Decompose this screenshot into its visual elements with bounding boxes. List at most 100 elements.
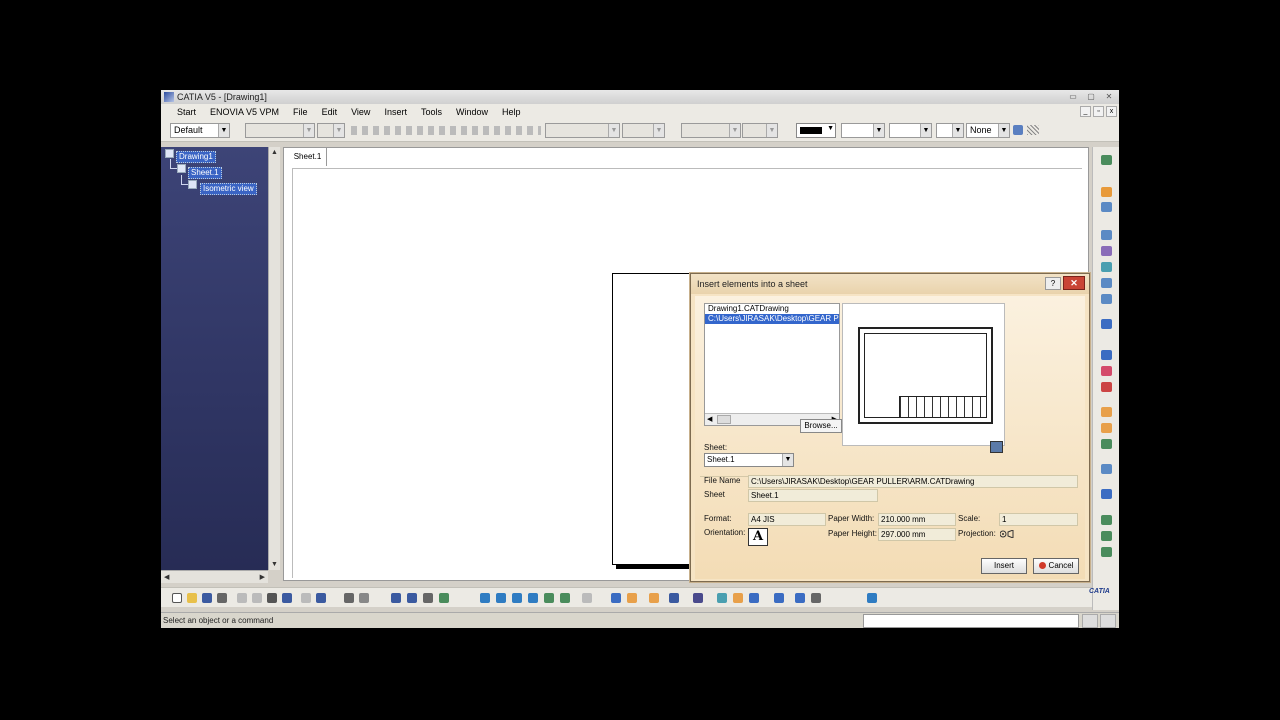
paint-icon[interactable]: [1013, 125, 1023, 135]
view-layout-icon[interactable]: [1101, 202, 1112, 212]
zoom-in-icon[interactable]: [512, 593, 522, 603]
workbench-icon[interactable]: [867, 593, 877, 603]
zoom-area-icon[interactable]: [560, 593, 570, 603]
menu-start[interactable]: Start: [161, 104, 203, 120]
hatch-tool-icon[interactable]: [1101, 382, 1112, 392]
menu-help[interactable]: Help: [495, 104, 528, 120]
projection-icon[interactable]: [1101, 230, 1112, 240]
clipping-icon[interactable]: [1101, 278, 1112, 288]
style-select[interactable]: Default ▼: [170, 123, 230, 138]
move-icon[interactable]: [496, 593, 506, 603]
hide-show-icon[interactable]: [749, 593, 759, 603]
layout-icon[interactable]: [795, 593, 805, 603]
sketch-icon[interactable]: [1101, 187, 1112, 197]
status-button[interactable]: [1082, 614, 1098, 628]
scroll-left-icon[interactable]: ◀: [707, 415, 712, 423]
doc-close-button[interactable]: x: [1106, 106, 1117, 117]
filter-icon[interactable]: [717, 593, 727, 603]
select-icon[interactable]: [1101, 155, 1112, 165]
dimension-icon[interactable]: [1101, 407, 1112, 417]
tree-node-drawing[interactable]: Drawing1: [176, 151, 216, 163]
tree-vertical-scrollbar[interactable]: ▲ ▼: [268, 147, 280, 570]
constraint-icon[interactable]: [649, 593, 659, 603]
doc-minimize-button[interactable]: _: [1080, 106, 1091, 117]
file-list-item-selected[interactable]: C:\Users\JIRASAK\Desktop\GEAR P: [705, 314, 839, 324]
tree-node-sheet[interactable]: Sheet.1: [188, 167, 222, 179]
dimension-type-select[interactable]: ▼: [681, 123, 741, 138]
display-mode-icon[interactable]: [811, 593, 821, 603]
detail-icon[interactable]: [1101, 262, 1112, 272]
doc-restore-button[interactable]: ▫: [1093, 106, 1104, 117]
color-select[interactable]: ▼: [796, 123, 836, 138]
section-icon[interactable]: [1101, 246, 1112, 256]
print-icon[interactable]: [217, 593, 227, 603]
thickness-select[interactable]: ▼: [889, 123, 932, 138]
menu-view[interactable]: View: [344, 104, 377, 120]
save-icon[interactable]: [202, 593, 212, 603]
command-input[interactable]: [863, 614, 1079, 628]
axis-icon[interactable]: [1101, 439, 1112, 449]
break-view-icon[interactable]: [1101, 294, 1112, 304]
file-list-item[interactable]: Drawing1.CATDrawing: [705, 304, 839, 314]
sheet-icon[interactable]: [391, 593, 401, 603]
balloon-icon[interactable]: [1101, 489, 1112, 499]
text-icon[interactable]: [1101, 464, 1112, 474]
help-button[interactable]: ?: [1045, 277, 1061, 290]
status-button[interactable]: [1100, 614, 1116, 628]
snap-icon[interactable]: [627, 593, 637, 603]
rectangle-icon[interactable]: [1101, 350, 1112, 360]
menu-window[interactable]: Window: [449, 104, 495, 120]
maximize-button[interactable]: ▢: [1083, 91, 1099, 102]
open-icon[interactable]: [187, 593, 197, 603]
redo-icon[interactable]: [301, 593, 311, 603]
analysis-display-icon[interactable]: [669, 593, 679, 603]
analysis-icon[interactable]: [407, 593, 417, 603]
menu-tools[interactable]: Tools: [414, 104, 449, 120]
formula-icon[interactable]: [344, 593, 354, 603]
scroll-up-icon[interactable]: ▲: [271, 149, 278, 156]
file-list[interactable]: Drawing1.CATDrawing C:\Users\JIRASAK\Des…: [704, 303, 840, 426]
zoom-out-icon[interactable]: [528, 593, 538, 603]
symbol-select[interactable]: ▼: [622, 123, 665, 138]
tree-node-isometric-view[interactable]: Isometric view: [200, 183, 257, 195]
font-select[interactable]: ▼: [245, 123, 315, 138]
hatch-icon[interactable]: [1027, 125, 1039, 135]
catalog-icon[interactable]: [423, 593, 433, 603]
pattern-select[interactable]: None ▼: [966, 123, 1010, 138]
menu-edit[interactable]: Edit: [315, 104, 345, 120]
point-style-select[interactable]: ▼: [936, 123, 964, 138]
swap-icon[interactable]: [774, 593, 784, 603]
minimize-button[interactable]: ▭: [1065, 91, 1081, 102]
new-icon[interactable]: [172, 593, 182, 603]
tree-horizontal-scrollbar[interactable]: ◀ ▶: [161, 570, 268, 583]
sheet-select[interactable]: Sheet.1 ▼: [704, 453, 794, 467]
paste-icon[interactable]: [267, 593, 277, 603]
tolerance-select[interactable]: ▼: [742, 123, 778, 138]
rotate-icon[interactable]: [582, 593, 592, 603]
cancel-button[interactable]: Cancel: [1033, 558, 1079, 574]
scroll-right-icon[interactable]: ▶: [260, 573, 265, 581]
knowledge-icon[interactable]: [359, 593, 369, 603]
scroll-thumb[interactable]: [717, 415, 731, 424]
dress-up-icon[interactable]: [1101, 515, 1112, 525]
dialog-close-button[interactable]: ✕: [1063, 276, 1085, 290]
thread-icon[interactable]: [1101, 531, 1112, 541]
grid-icon[interactable]: [611, 593, 621, 603]
pan-icon[interactable]: [480, 593, 490, 603]
menu-enovia[interactable]: ENOVIA V5 VPM: [203, 104, 286, 120]
sheet-tab[interactable]: Sheet.1: [289, 148, 327, 166]
text-frame-select[interactable]: ▼: [545, 123, 620, 138]
copy-icon[interactable]: [252, 593, 262, 603]
linetype-select[interactable]: ▼: [841, 123, 885, 138]
cut-icon[interactable]: [237, 593, 247, 603]
table-icon[interactable]: [439, 593, 449, 603]
tolerance-icon[interactable]: [1101, 423, 1112, 433]
circle-icon[interactable]: [1101, 366, 1112, 376]
close-button[interactable]: ✕: [1101, 91, 1117, 102]
undo-icon[interactable]: [282, 593, 292, 603]
font-size-select[interactable]: ▼: [317, 123, 345, 138]
menu-insert[interactable]: Insert: [377, 104, 414, 120]
scroll-left-icon[interactable]: ◀: [164, 573, 169, 581]
view-grid-icon[interactable]: [693, 593, 703, 603]
menu-file[interactable]: File: [286, 104, 315, 120]
